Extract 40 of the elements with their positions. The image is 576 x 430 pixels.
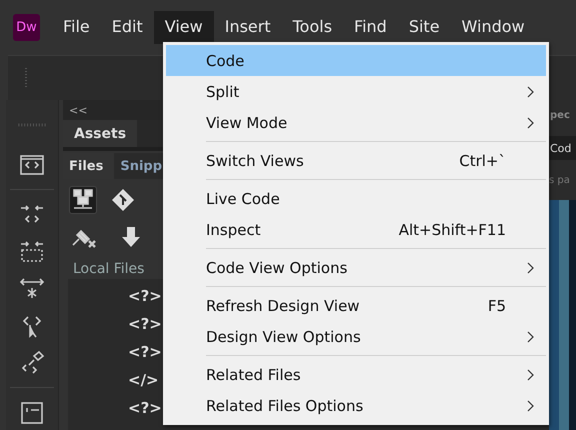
- menu-item[interactable]: Switch Views Ctrl+`: [166, 145, 546, 176]
- app-logo: Dw: [13, 14, 40, 41]
- panel-tab[interactable]: Snipp: [114, 153, 162, 179]
- collapse-selection-icon[interactable]: [19, 238, 45, 265]
- panel-tab[interactable]: Assets: [63, 120, 138, 147]
- grip-icon: [24, 68, 28, 88]
- menu-bar-item[interactable]: Insert: [214, 11, 282, 44]
- menu-bar-item[interactable]: Find: [343, 11, 398, 44]
- file-type-icon: </>: [128, 371, 159, 389]
- download-icon[interactable]: [121, 226, 141, 248]
- menu-item[interactable]: Live Code: [166, 183, 546, 214]
- menu-bar-item[interactable]: Site: [398, 11, 451, 44]
- hint-text: s pa: [549, 174, 570, 188]
- menu-bar-item[interactable]: Tools: [282, 11, 344, 44]
- list-icon[interactable]: [19, 400, 45, 426]
- menu-item[interactable]: View Mode: [166, 107, 546, 138]
- menu-item[interactable]: Related Files Options: [166, 390, 546, 421]
- file-type-icon: <?>: [128, 399, 162, 417]
- input-field[interactable]: Cod: [549, 136, 576, 160]
- menu-item[interactable]: Refresh Design View F5: [166, 290, 546, 321]
- git-icon[interactable]: [111, 188, 135, 212]
- server-icon[interactable]: [72, 189, 94, 211]
- menu-item[interactable]: Inspect Alt+Shift+F11: [166, 214, 546, 245]
- panel-tab[interactable]: pec: [549, 110, 570, 130]
- menu-item[interactable]: Code View Options: [166, 252, 546, 283]
- menu-item[interactable]: Code: [166, 45, 546, 76]
- site-dropdown[interactable]: Local Files: [73, 261, 144, 279]
- format-code-icon[interactable]: [19, 350, 45, 376]
- menu-bar-item[interactable]: View: [154, 11, 214, 44]
- file-type-icon: <?>: [128, 315, 162, 333]
- menu-item[interactable]: Split: [166, 76, 546, 107]
- collapse-panel-button[interactable]: <<: [69, 104, 88, 116]
- panel-tab[interactable]: Files: [63, 153, 114, 179]
- menu-bar-item[interactable]: File: [52, 11, 101, 44]
- menu-item[interactable]: Related Files: [166, 359, 546, 390]
- menu-item[interactable]: Design View Options: [166, 321, 546, 352]
- file-type-icon: <?>: [128, 343, 162, 361]
- menu-bar-item[interactable]: Window: [450, 11, 536, 44]
- menu-bar-item[interactable]: Edit: [100, 11, 154, 44]
- file-type-icon: <?>: [128, 287, 162, 305]
